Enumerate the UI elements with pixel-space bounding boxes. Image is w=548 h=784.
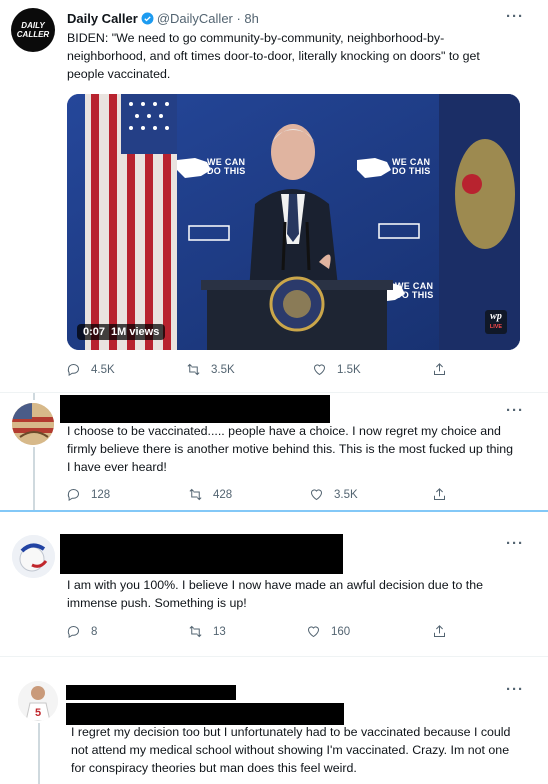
avatar-image (12, 403, 54, 445)
presidential-flag (439, 94, 520, 350)
tweet-text: BIDEN: "We need to go community-by-commu… (67, 31, 480, 81)
video-player[interactable]: WE CAN DO THIS WE CAN DO THIS WE CAN DO … (67, 94, 520, 350)
more-icon[interactable]: ··· (506, 402, 524, 419)
like-icon (307, 626, 320, 638)
more-icon[interactable]: ··· (506, 681, 524, 698)
like-button[interactable]: 160 (306, 624, 350, 639)
retweet-icon (189, 625, 202, 638)
avatar-image: 5 (18, 681, 58, 721)
banner-text-left: WE CAN DO THIS (207, 157, 246, 176)
reply-avatar[interactable]: 5 (18, 681, 58, 721)
thread-line (33, 447, 35, 510)
reply-icon (67, 489, 79, 502)
reply-avatar[interactable] (12, 403, 54, 445)
more-icon[interactable]: ··· (506, 535, 524, 552)
thread-line (33, 393, 35, 400)
avatar-image (12, 535, 55, 578)
retweet-button[interactable]: 428 (188, 487, 232, 502)
video-duration: 0:07 (83, 326, 106, 338)
reply-text: I choose to be vaccinated..... people ha… (67, 424, 514, 474)
author-name[interactable]: Daily Caller (67, 11, 138, 26)
redacted-username (60, 534, 343, 574)
tweet-header: Daily Caller @DailyCaller · 8h (67, 11, 259, 26)
more-icon[interactable]: ··· (506, 8, 524, 25)
reply-count: 4.5K (91, 363, 115, 376)
reply-text: I am with you 100%. I believe I now have… (67, 578, 484, 610)
reply-tweet[interactable]: ··· I choose to be vaccinated..... peopl… (0, 393, 548, 510)
reply-count: 8 (91, 625, 98, 638)
live-label: LIVE (489, 324, 503, 330)
retweet-button[interactable]: 3.5K (186, 362, 235, 377)
thread-line (38, 723, 40, 784)
share-icon (434, 363, 445, 375)
like-icon (313, 364, 326, 376)
section-divider (0, 510, 548, 512)
reply-button[interactable]: 128 (66, 487, 110, 502)
like-count: 1.5K (337, 363, 361, 376)
banner-text-right: WE CAN DO THIS (392, 157, 431, 176)
reply-tweet[interactable]: 5 ··· I regret my decision too but I unf… (0, 657, 548, 784)
redacted-handle (66, 703, 344, 725)
like-count: 3.5K (334, 488, 358, 501)
share-button[interactable] (432, 624, 447, 639)
video-view-count: 1M views (111, 326, 160, 338)
redacted-username (66, 685, 236, 700)
redacted-username (60, 395, 330, 423)
verified-badge-icon (141, 12, 154, 25)
like-button[interactable]: 3.5K (309, 487, 358, 502)
avatar-logo-line2: CALLER (16, 30, 50, 39)
video-duration-badge: 0:07 1M views (77, 324, 166, 340)
reply-text: I regret my decision too but I unfortuna… (71, 725, 511, 775)
like-icon (310, 489, 323, 501)
reply-count: 128 (91, 488, 111, 501)
author-avatar[interactable]: DAILY CALLER (11, 8, 55, 52)
svg-text:5: 5 (35, 707, 41, 719)
reply-icon (67, 364, 79, 377)
reply-button[interactable]: 8 (66, 624, 97, 639)
reply-icon (67, 626, 79, 639)
banner-text-lower: WE CAN DO THIS (395, 281, 434, 300)
retweet-count: 13 (213, 625, 226, 638)
like-count: 160 (331, 625, 351, 638)
share-icon (434, 488, 445, 500)
like-button[interactable]: 1.5K (312, 362, 361, 377)
main-tweet[interactable]: DAILY CALLER Daily Caller @DailyCaller · … (0, 0, 548, 392)
avatar-logo-line1: DAILY (21, 21, 45, 30)
video-frame-illustration (67, 94, 520, 350)
us-flag (85, 94, 177, 350)
retweet-count: 428 (213, 488, 233, 501)
wp-logo: wp (490, 311, 502, 322)
retweet-count: 3.5K (211, 363, 235, 376)
reply-button[interactable]: 4.5K (66, 362, 115, 377)
reply-tweet[interactable]: ··· I am with you 100%. I believe I now … (0, 513, 548, 650)
retweet-icon (189, 488, 202, 501)
share-icon (434, 625, 445, 637)
share-button[interactable] (432, 362, 447, 377)
reply-avatar[interactable] (12, 535, 55, 578)
share-button[interactable] (432, 487, 447, 502)
handle-and-time[interactable]: @DailyCaller · 8h (157, 11, 259, 26)
retweet-button[interactable]: 13 (188, 624, 226, 639)
retweet-icon (187, 363, 200, 376)
